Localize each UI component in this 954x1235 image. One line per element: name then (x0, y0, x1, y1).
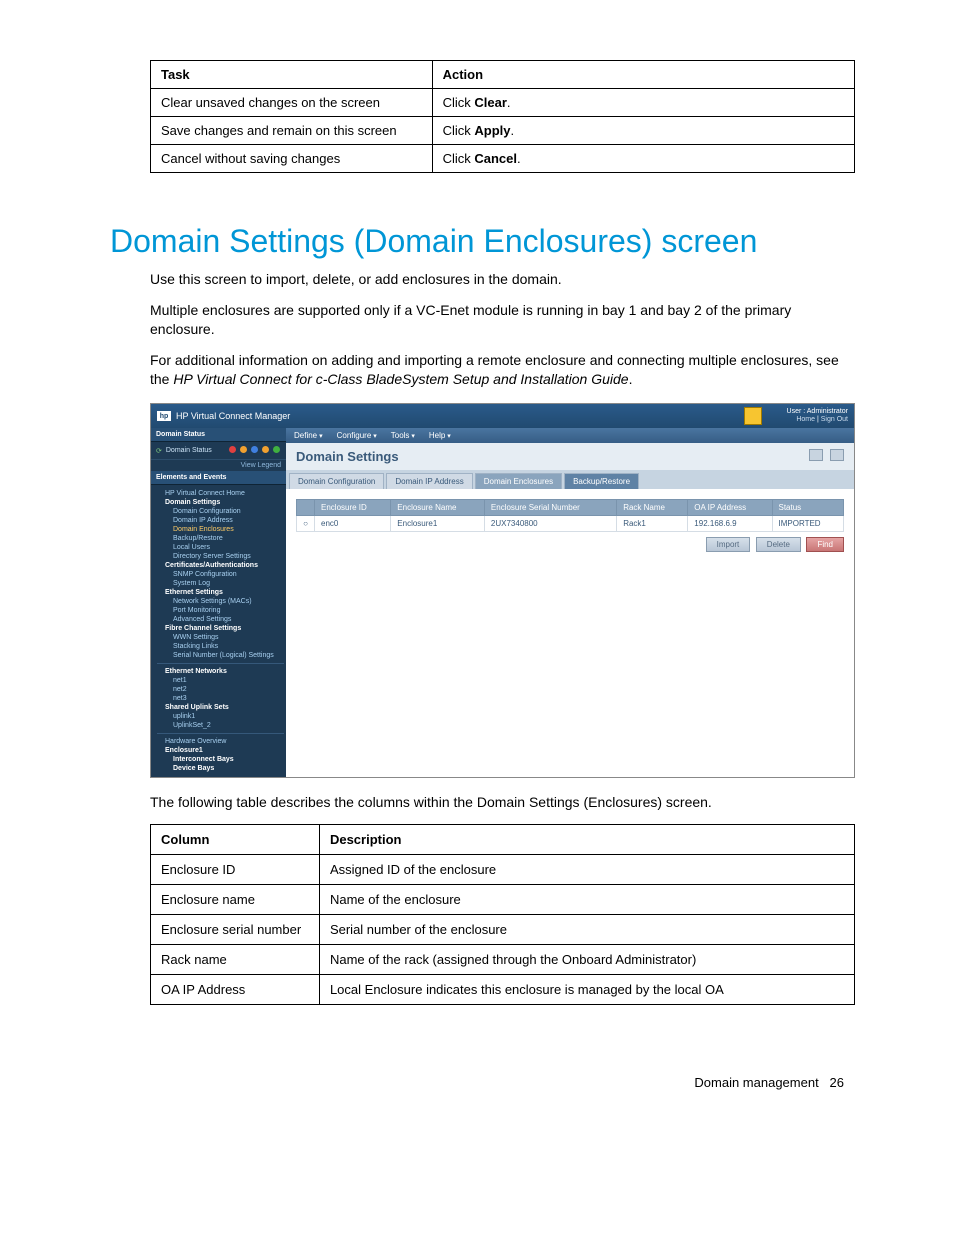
app-menubar: Define Configure Tools Help (286, 428, 854, 443)
action-header: Action (432, 61, 854, 89)
columns-description-table: Column Description Enclosure IDAssigned … (150, 824, 855, 1005)
paragraph-3: For additional information on adding and… (150, 351, 844, 389)
home-link[interactable]: Home (796, 416, 815, 423)
page-title-bar: Domain Settings (286, 443, 854, 470)
tab-strip: Domain ConfigurationDomain IP AddressDom… (286, 470, 854, 489)
sidebar-item[interactable]: Local Users (157, 543, 284, 552)
sidebar-item[interactable]: Advanced Settings (157, 615, 284, 624)
paragraph-1: Use this screen to import, delete, or ad… (150, 270, 844, 289)
tab[interactable]: Domain Enclosures (475, 473, 562, 489)
app-titlebar: hp HP Virtual Connect Manager User : Adm… (151, 404, 854, 428)
status-dot-warning-icon (240, 446, 247, 453)
paragraph-2: Multiple enclosures are supported only i… (150, 301, 844, 339)
sidebar-item[interactable]: Ethernet Settings (157, 588, 284, 597)
home-icon[interactable] (744, 407, 762, 425)
sidebar-item[interactable]: Hardware Overview (157, 737, 284, 746)
sidebar-item[interactable]: Ethernet Networks (157, 667, 284, 676)
sidebar-item[interactable]: Shared Uplink Sets (157, 703, 284, 712)
hp-logo-icon: hp (157, 411, 171, 421)
sidebar-item[interactable]: net1 (157, 676, 284, 685)
section-heading: Domain Settings (Domain Enclosures) scre… (110, 223, 844, 260)
table-row: Enclosure nameName of the enclosure (151, 885, 855, 915)
sidebar-item[interactable]: HP Virtual Connect Home (157, 489, 284, 498)
task-action-table: Task Action Clear unsaved changes on the… (150, 60, 855, 173)
sidebar-item[interactable]: Stacking Links (157, 642, 284, 651)
sidebar-item[interactable]: Interconnect Bays (157, 755, 284, 764)
status-dot-info-icon (251, 446, 258, 453)
sidebar-item[interactable]: net2 (157, 685, 284, 694)
task-header: Task (151, 61, 433, 89)
user-info: User : Administrator Home | Sign Out (787, 408, 848, 425)
sidebar-item[interactable]: Domain Configuration (157, 507, 284, 516)
tab-body: Enclosure IDEnclosure NameEnclosure Seri… (286, 489, 854, 749)
tab[interactable]: Domain Configuration (289, 473, 384, 489)
sidebar-item[interactable]: uplink1 (157, 712, 284, 721)
import-button[interactable]: Import (706, 537, 751, 552)
sidebar-item[interactable]: net3 (157, 694, 284, 703)
domain-status-row: ⟳ Domain Status (151, 442, 286, 460)
status-dot-critical-icon (229, 446, 236, 453)
table-row: Clear unsaved changes on the screenClick… (151, 89, 855, 117)
delete-button[interactable]: Delete (756, 537, 801, 552)
table-row: Enclosure serial numberSerial number of … (151, 915, 855, 945)
description-header: Description (319, 825, 854, 855)
tab[interactable]: Backup/Restore (564, 473, 639, 489)
print-icon[interactable] (809, 449, 823, 461)
app-screenshot: hp HP Virtual Connect Manager User : Adm… (150, 403, 855, 778)
sidebar-item[interactable]: Serial Number (Logical) Settings (157, 651, 284, 660)
app-title: HP Virtual Connect Manager (176, 411, 290, 421)
sidebar-elements-header: Elements and Events (151, 471, 286, 485)
sidebar-item[interactable]: Certificates/Authentications (157, 561, 284, 570)
table-row: Rack nameName of the rack (assigned thro… (151, 945, 855, 975)
menu-item[interactable]: Help (429, 431, 451, 440)
sidebar-item[interactable]: WWN Settings (157, 633, 284, 642)
find-button[interactable]: Find (806, 537, 844, 552)
enclosures-table: Enclosure IDEnclosure NameEnclosure Seri… (296, 499, 844, 532)
table-row[interactable]: ○enc0Enclosure12UX7340800Rack1192.168.6.… (297, 516, 844, 532)
page-title: Domain Settings (296, 449, 399, 464)
sidebar-item[interactable]: System Log (157, 579, 284, 588)
table-row: Enclosure IDAssigned ID of the enclosure (151, 855, 855, 885)
signout-link[interactable]: Sign Out (821, 416, 848, 423)
sidebar-item[interactable]: Network Settings (MACs) (157, 597, 284, 606)
sidebar-item[interactable]: Domain IP Address (157, 516, 284, 525)
sidebar: Domain Status ⟳ Domain Status View Legen… (151, 428, 286, 777)
sidebar-item[interactable]: Device Bays (157, 764, 284, 773)
page-footer: Domain management 26 (0, 1075, 954, 1090)
menu-item[interactable]: Tools (391, 431, 415, 440)
table-row: Cancel without saving changesClick Cance… (151, 145, 855, 173)
sidebar-item[interactable]: Directory Server Settings (157, 552, 284, 561)
paragraph-4: The following table describes the column… (150, 793, 844, 812)
status-dot-ok-icon (273, 446, 280, 453)
status-dot-degraded-icon (262, 446, 269, 453)
sidebar-status-header: Domain Status (151, 428, 286, 442)
view-legend-link[interactable]: View Legend (151, 460, 286, 471)
table-row: OA IP AddressLocal Enclosure indicates t… (151, 975, 855, 1005)
sidebar-item[interactable]: Enclosure1 (157, 746, 284, 755)
sidebar-item[interactable]: Fibre Channel Settings (157, 624, 284, 633)
table-row: Save changes and remain on this screenCl… (151, 117, 855, 145)
menu-item[interactable]: Define (294, 431, 323, 440)
menu-item[interactable]: Configure (337, 431, 377, 440)
sidebar-item[interactable]: SNMP Configuration (157, 570, 284, 579)
help-icon[interactable] (830, 449, 844, 461)
app-main: Define Configure Tools Help Domain Settings… (286, 428, 854, 777)
sidebar-item[interactable]: Domain Enclosures (157, 525, 284, 534)
sidebar-item[interactable]: Backup/Restore (157, 534, 284, 543)
sidebar-item[interactable]: Port Monitoring (157, 606, 284, 615)
column-header: Column (151, 825, 320, 855)
tab[interactable]: Domain IP Address (386, 473, 472, 489)
sidebar-tree: HP Virtual Connect HomeDomain SettingsDo… (151, 485, 286, 777)
sidebar-item[interactable]: UplinkSet_2 (157, 721, 284, 730)
sidebar-item[interactable]: Domain Settings (157, 498, 284, 507)
